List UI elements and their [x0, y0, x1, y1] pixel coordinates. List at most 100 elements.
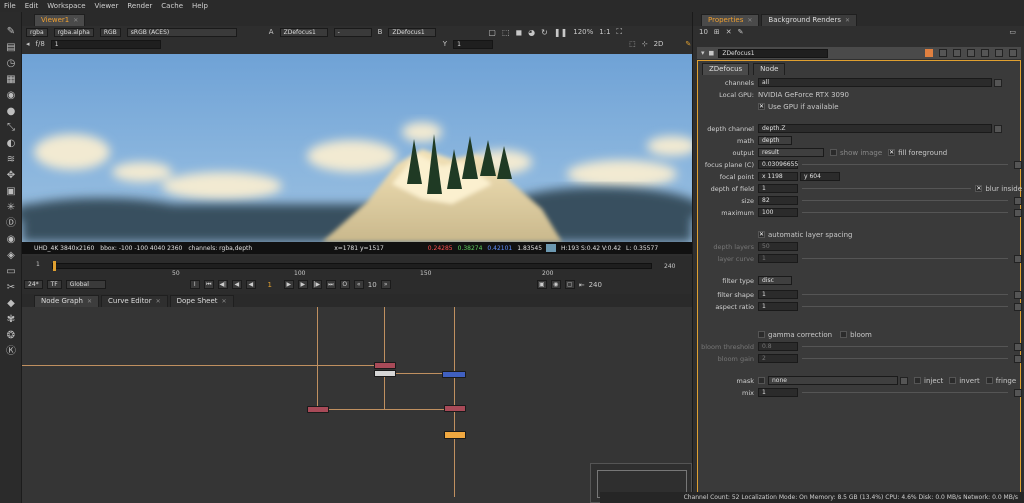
color-chip[interactable]: [925, 49, 933, 57]
fringe-checkbox[interactable]: [985, 377, 993, 384]
aspect-ratio-anim[interactable]: [1014, 302, 1022, 311]
loop-icon[interactable]: O: [339, 280, 350, 289]
last-frame-icon[interactable]: ⏭: [325, 280, 336, 289]
color-icon[interactable]: ◉: [5, 90, 17, 102]
ocio-icon[interactable]: ✾: [5, 314, 17, 326]
paint-icon[interactable]: ▤: [5, 42, 17, 54]
filter-icon[interactable]: ●: [5, 106, 17, 118]
lock-icon[interactable]: I: [189, 280, 200, 289]
menu-cache[interactable]: Cache: [161, 2, 183, 10]
bloom-threshold-anim[interactable]: [1014, 342, 1022, 351]
flipbook-icon[interactable]: ▣: [536, 280, 547, 289]
menu-edit[interactable]: Edit: [25, 2, 39, 10]
dof-field[interactable]: 1: [758, 184, 798, 193]
crop-icon[interactable]: ⬚: [502, 28, 510, 37]
invert-checkbox[interactable]: [949, 377, 957, 384]
blur-inside-checkbox[interactable]: ✕: [975, 185, 983, 192]
mask-menu[interactable]: [900, 376, 908, 385]
header-button[interactable]: [981, 49, 989, 57]
fps-dropdown[interactable]: 24*: [24, 280, 43, 289]
clip-icon[interactable]: ◼: [516, 28, 523, 37]
layers-icon[interactable]: ≋: [5, 154, 17, 166]
layer-curve-slider[interactable]: [802, 254, 1008, 263]
time-icon[interactable]: ◷: [5, 58, 17, 70]
ratio-label[interactable]: 1:1: [599, 28, 610, 36]
mix-slider[interactable]: [802, 388, 1008, 397]
mask-checkbox[interactable]: [758, 377, 765, 384]
3d-icon[interactable]: ▣: [5, 186, 17, 198]
fstop-label[interactable]: f/8: [36, 40, 45, 48]
channels-dropdown[interactable]: rgba: [26, 27, 48, 37]
maximum-slider[interactable]: [802, 208, 1008, 217]
auto-layer-checkbox[interactable]: ✕: [758, 231, 765, 238]
frame-field[interactable]: 1: [50, 39, 161, 49]
menu-render[interactable]: Render: [127, 2, 152, 10]
focal-x-field[interactable]: x 1198: [758, 172, 798, 181]
k-icon[interactable]: Ⓚ: [5, 346, 17, 358]
roi-box-icon[interactable]: ⬚: [629, 40, 636, 48]
pointer-icon[interactable]: ✎: [5, 26, 17, 38]
cara-icon[interactable]: ❂: [5, 330, 17, 342]
filter-shape-slider[interactable]: [802, 290, 1008, 299]
bloom-threshold-field[interactable]: 0.8: [758, 342, 798, 351]
gamma-correction-checkbox[interactable]: [758, 331, 765, 338]
close-icon[interactable]: ✕: [156, 296, 161, 307]
input-b-dropdown[interactable]: ZDefocus1: [388, 27, 437, 37]
menu-workspace[interactable]: Workspace: [47, 2, 85, 10]
input-a-dropdown[interactable]: ZDefocus1: [279, 27, 328, 37]
other-icon[interactable]: ✂: [5, 282, 17, 294]
bloom-gain-field[interactable]: 2: [758, 354, 798, 363]
alpha-dropdown[interactable]: rgba.alpha: [53, 27, 94, 37]
tab-properties[interactable]: Properties ✕: [701, 14, 760, 26]
tab-curve-editor[interactable]: Curve Editor ✕: [101, 295, 168, 307]
node-blue[interactable]: [442, 371, 466, 378]
maximum-field[interactable]: 100: [758, 208, 798, 217]
focal-y-field[interactable]: y 604: [800, 172, 840, 181]
node-pink[interactable]: [374, 362, 396, 369]
toolsets-icon[interactable]: ▭: [5, 266, 17, 278]
aspect-ratio-field[interactable]: 1: [758, 302, 798, 311]
inject-checkbox[interactable]: [914, 377, 921, 384]
current-frame[interactable]: 1: [260, 281, 280, 289]
merge-icon[interactable]: ◐: [5, 138, 17, 150]
close-icon[interactable]: ✕: [845, 15, 850, 26]
lock-icon[interactable]: ⊞: [714, 28, 720, 36]
timeline-scrubber[interactable]: [52, 261, 652, 271]
bloom-threshold-slider[interactable]: [802, 342, 1008, 351]
size-anim[interactable]: [1014, 196, 1022, 205]
header-button[interactable]: [953, 49, 961, 57]
maximum-anim[interactable]: [1014, 208, 1022, 217]
channels-dropdown[interactable]: all: [758, 78, 992, 87]
tf-dropdown[interactable]: TF: [46, 280, 62, 289]
step-size[interactable]: 10: [368, 281, 377, 289]
channel-icon[interactable]: ▦: [5, 74, 17, 86]
aspect-ratio-slider[interactable]: [802, 302, 1008, 311]
tab-dope-sheet[interactable]: Dope Sheet ✕: [169, 295, 234, 307]
bloom-checkbox[interactable]: [840, 331, 848, 338]
skip-forward-icon[interactable]: »: [380, 280, 391, 289]
views-icon[interactable]: ◉: [5, 234, 17, 246]
render-icon[interactable]: ◉: [550, 280, 561, 289]
node-pink-left[interactable]: [307, 406, 329, 413]
playhead[interactable]: [53, 261, 56, 271]
node-white[interactable]: [374, 370, 396, 377]
furnace-icon[interactable]: ◆: [5, 298, 17, 310]
step-back-icon[interactable]: ◀: [231, 280, 242, 289]
node-zdefocus[interactable]: [444, 431, 466, 439]
gain-icon[interactable]: ◕: [528, 28, 535, 37]
bloom-gain-slider[interactable]: [802, 354, 1008, 363]
node-canvas[interactable]: [22, 307, 692, 503]
play-back-icon[interactable]: ◀: [245, 280, 256, 289]
transport-icon[interactable]: ⇤: [579, 281, 585, 289]
menu-file[interactable]: File: [4, 2, 16, 10]
clear-icon[interactable]: ✕: [726, 28, 732, 36]
node-pink-right[interactable]: [444, 405, 466, 412]
transform-icon[interactable]: ✥: [5, 170, 17, 182]
mask-dropdown[interactable]: none: [768, 376, 898, 385]
deep-icon[interactable]: Ⓓ: [5, 218, 17, 230]
dof-slider[interactable]: [802, 184, 972, 193]
tab-background-renders[interactable]: Background Renders ✕: [761, 14, 858, 26]
show-image-checkbox[interactable]: [830, 149, 837, 156]
next-key-icon[interactable]: |▶: [311, 280, 322, 289]
first-frame-icon[interactable]: ⏮: [203, 280, 214, 289]
